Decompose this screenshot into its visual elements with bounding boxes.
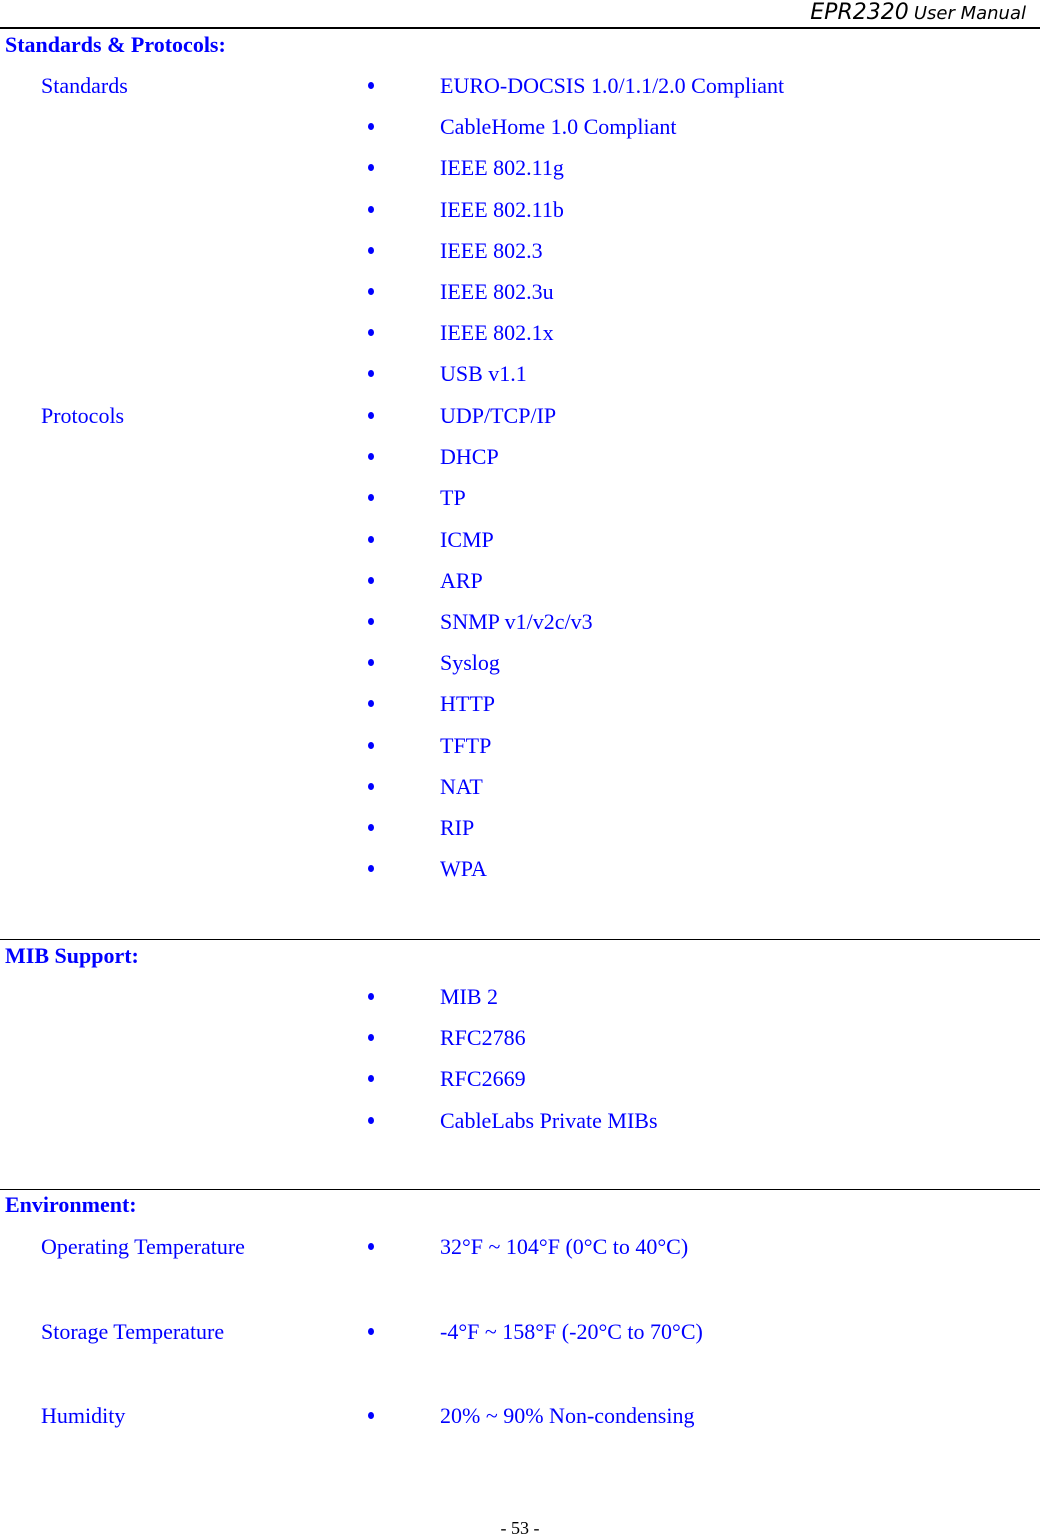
- bullet-icon: [368, 1412, 374, 1419]
- list-item-mib: MIB 2: [0, 984, 1040, 1014]
- bullet-icon: [368, 865, 374, 873]
- bullet-icon: [368, 453, 374, 461]
- section-divider: [0, 939, 1040, 940]
- item-value: ARP: [440, 567, 483, 593]
- item-value: RFC2786: [440, 1025, 526, 1051]
- item-label: Protocols: [41, 403, 125, 428]
- list-item-standard: IEEE 802.3: [0, 238, 1040, 268]
- bullet-icon: [368, 123, 374, 131]
- list-item-protocol: HTTP: [0, 691, 1040, 721]
- bullet-icon: [368, 782, 374, 790]
- header-rule: [0, 27, 1040, 29]
- list-item-protocol: ARP: [0, 568, 1040, 598]
- list-item-protocol: TP: [0, 485, 1040, 515]
- item-value: MIB 2: [440, 984, 499, 1009]
- bullet-icon: [368, 576, 374, 584]
- item-value: IEEE 802.11b: [440, 196, 564, 222]
- item-value: IEEE 802.1x: [440, 320, 554, 346]
- bullet-icon: [368, 993, 374, 1000]
- item-value: 32°F ~ 104°F (0°C to 40°C): [440, 1234, 689, 1259]
- item-value: HTTP: [440, 691, 495, 717]
- list-item-standard: IEEE 802.11b: [0, 197, 1040, 227]
- running-header: EPR2320 User Manual: [810, 0, 1026, 25]
- bullet-icon: [368, 1034, 374, 1042]
- bullet-icon: [368, 288, 374, 295]
- item-value: TP: [440, 485, 466, 511]
- list-item-protocol: Protocols UDP/TCP/IP: [0, 403, 1040, 433]
- item-value: ICMP: [440, 526, 494, 552]
- list-item-protocol: SNMP v1/v2c/v3: [0, 609, 1040, 639]
- item-value: EURO-DOCSIS 1.0/1.1/2.0 Compliant: [440, 73, 785, 98]
- list-item-standard: USB v1.1: [0, 361, 1040, 391]
- list-item-mib: RFC2786: [0, 1025, 1040, 1055]
- item-value: -4°F ~ 158°F (-20°C to 70°C): [440, 1319, 703, 1344]
- bullet-icon: [368, 246, 374, 254]
- page-number: - 53 -: [500, 1518, 540, 1538]
- item-label: Operating Temperature: [41, 1234, 245, 1259]
- item-value: TFTP: [440, 732, 492, 758]
- list-item-standard: CableHome 1.0 Compliant: [0, 114, 1040, 144]
- list-item-environment: Storage Temperature -4°F ~ 158°F (-20°C t…: [0, 1319, 1040, 1349]
- list-item-environment: Humidity 20% ~ 90% Non-condensing: [0, 1403, 1040, 1433]
- item-label: Humidity: [41, 1403, 126, 1428]
- item-label: Standards: [41, 73, 128, 98]
- list-item-standard: IEEE 802.1x: [0, 320, 1040, 350]
- section-title-mib-support: MIB Support:: [5, 943, 139, 968]
- list-item-protocol: WPA: [0, 856, 1040, 886]
- item-value: WPA: [440, 856, 487, 882]
- item-value: IEEE 802.3u: [440, 279, 554, 304]
- list-item-environment: Operating Temperature 32°F ~ 104°F (0°C t…: [0, 1234, 1040, 1264]
- item-value: DHCP: [440, 444, 499, 470]
- bullet-icon: [368, 412, 374, 419]
- document-model: EPR2320: [810, 0, 909, 25]
- bullet-icon: [368, 1328, 374, 1335]
- item-value: UDP/TCP/IP: [440, 403, 557, 428]
- section-divider: [0, 1189, 1040, 1190]
- bullet-icon: [368, 82, 374, 89]
- bullet-icon: [368, 659, 374, 667]
- bullet-icon: [368, 1243, 374, 1250]
- item-value: NAT: [440, 773, 483, 799]
- item-value: RFC2669: [440, 1066, 526, 1092]
- list-item-protocol: TFTP: [0, 733, 1040, 763]
- document-title: User Manual: [913, 3, 1026, 24]
- list-item-standard: Standards EURO-DOCSIS 1.0/1.1/2.0 Complia…: [0, 73, 1040, 103]
- bullet-icon: [368, 164, 374, 172]
- section-title-standards-protocols: Standards & Protocols:: [5, 32, 226, 57]
- item-value: CableLabs Private MIBs: [440, 1107, 658, 1133]
- bullet-icon: [368, 205, 374, 213]
- bullet-icon: [368, 329, 374, 337]
- bullet-icon: [368, 494, 374, 502]
- list-item-mib: RFC2669: [0, 1066, 1040, 1096]
- list-item-standard: IEEE 802.11g: [0, 155, 1040, 185]
- bullet-icon: [368, 535, 374, 543]
- item-value: IEEE 802.3: [440, 237, 543, 263]
- list-item-protocol: ICMP: [0, 527, 1040, 557]
- bullet-icon: [368, 741, 374, 749]
- bullet-icon: [368, 1116, 374, 1124]
- list-item-protocol: DHCP: [0, 444, 1040, 474]
- bullet-icon: [368, 700, 374, 708]
- section-title-environment: Environment:: [5, 1192, 137, 1217]
- item-value: SNMP v1/v2c/v3: [440, 609, 593, 634]
- item-value: CableHome 1.0 Compliant: [440, 114, 677, 140]
- list-item-mib: CableLabs Private MIBs: [0, 1108, 1040, 1138]
- list-item-protocol: NAT: [0, 774, 1040, 804]
- list-item-standard: IEEE 802.3u: [0, 279, 1040, 309]
- bullet-icon: [368, 618, 374, 625]
- item-label: Storage Temperature: [41, 1319, 225, 1344]
- item-value: IEEE 802.11g: [440, 155, 564, 181]
- list-item-protocol: RIP: [0, 815, 1040, 845]
- item-value: RIP: [440, 815, 475, 840]
- bullet-icon: [368, 370, 374, 378]
- item-value: USB v1.1: [440, 361, 527, 387]
- item-value: Syslog: [440, 650, 500, 676]
- list-item-protocol: Syslog: [0, 650, 1040, 680]
- bullet-icon: [368, 1075, 374, 1083]
- bullet-icon: [368, 824, 374, 831]
- item-value: 20% ~ 90% Non-condensing: [440, 1403, 695, 1428]
